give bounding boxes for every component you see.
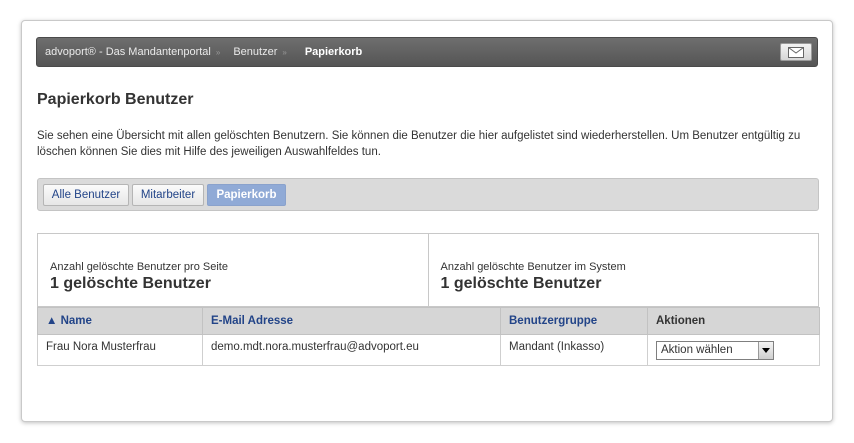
stat-label: Anzahl gelöschte Benutzer pro Seite (50, 261, 228, 273)
tab-bar: Alle Benutzer Mitarbeiter Papierkorb (37, 178, 819, 211)
content-card: advoport® - Das Mandantenportal » Benutz… (21, 20, 833, 422)
stats-panel: Anzahl gelöschte Benutzer pro Seite 1 ge… (37, 233, 819, 307)
cell-actions: Aktion wählen (647, 334, 820, 366)
stat-per-page: Anzahl gelöschte Benutzer pro Seite 1 ge… (38, 234, 428, 306)
page-title: Papierkorb Benutzer (37, 91, 194, 108)
stat-value: 1 gelöschte Benutzer (50, 275, 211, 292)
stat-label: Anzahl gelöschte Benutzer im System (440, 261, 626, 273)
column-name-header[interactable]: ▲ Name (37, 307, 203, 335)
users-table: ▲ Name E-Mail Adresse Benutzergruppe Akt… (37, 307, 820, 366)
action-select-value: Aktion wählen (661, 344, 733, 356)
stat-in-system: Anzahl gelöschte Benutzer im System 1 ge… (427, 234, 819, 306)
breadcrumb: advoport® - Das Mandantenportal » Benutz… (36, 37, 818, 67)
breadcrumb-separator: » (282, 47, 287, 57)
stat-value: 1 gelöschte Benutzer (440, 275, 602, 292)
table-row: Frau Nora Musterfrau demo.mdt.nora.muste… (37, 334, 820, 366)
mail-button[interactable] (780, 43, 812, 61)
cell-name: Frau Nora Musterfrau (37, 334, 203, 366)
tab-papierkorb[interactable]: Papierkorb (207, 184, 286, 206)
breadcrumb-benutzer[interactable]: Benutzer (233, 46, 277, 58)
mail-icon (788, 46, 804, 58)
cell-group: Mandant (Inkasso) (500, 334, 648, 366)
tab-mitarbeiter[interactable]: Mitarbeiter (132, 184, 204, 206)
cell-email: demo.mdt.nora.musterfrau@advoport.eu (202, 334, 501, 366)
column-email-header[interactable]: E-Mail Adresse (202, 307, 501, 335)
intro-text: Sie sehen eine Übersicht mit allen gelös… (37, 130, 801, 158)
column-group-header[interactable]: Benutzergruppe (500, 307, 648, 335)
breadcrumb-separator: » (215, 47, 221, 57)
column-actions-header: Aktionen (647, 307, 820, 335)
tab-alle-benutzer[interactable]: Alle Benutzer (43, 184, 129, 206)
breadcrumb-home[interactable]: advoport® - Das Mandantenportal (45, 46, 211, 58)
table-header-row: ▲ Name E-Mail Adresse Benutzergruppe Akt… (37, 307, 820, 335)
chevron-down-icon[interactable] (758, 342, 773, 359)
action-select[interactable]: Aktion wählen (656, 341, 774, 360)
breadcrumb-current: Papierkorb (304, 46, 363, 58)
